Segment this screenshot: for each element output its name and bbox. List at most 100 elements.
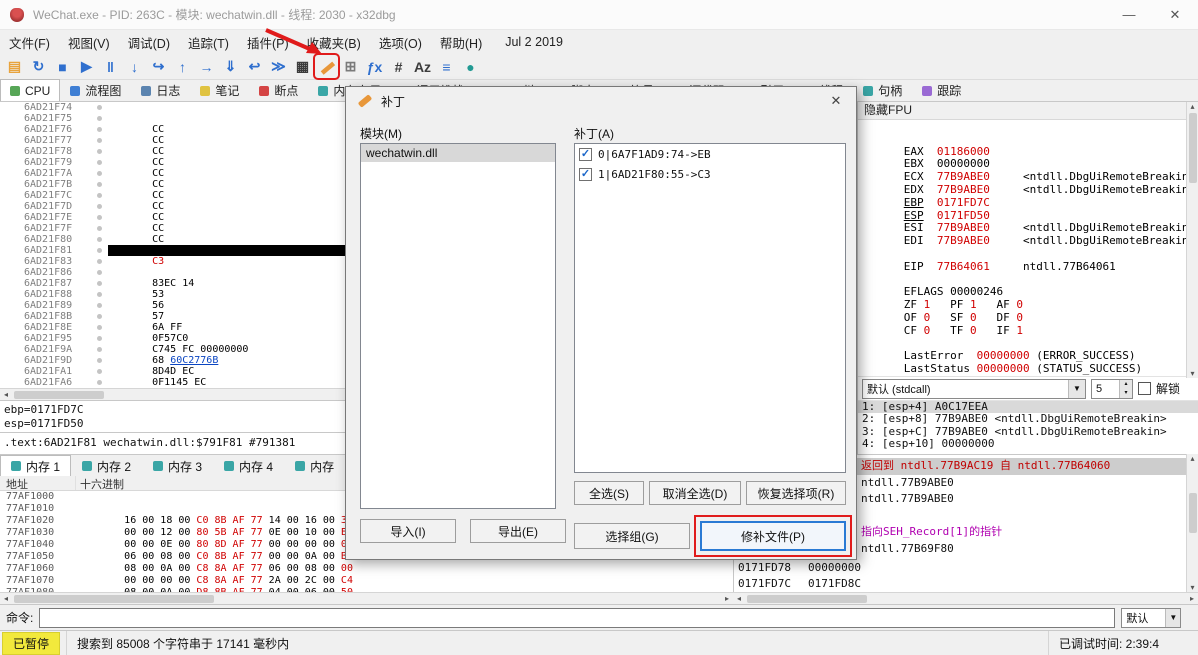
breakpoint-dot[interactable]: [90, 223, 108, 234]
menu-view[interactable]: 视图(V): [59, 30, 119, 55]
breakpoint-dot[interactable]: [90, 355, 108, 366]
tab-trace[interactable]: 跟踪: [912, 79, 971, 101]
spin-up-icon[interactable]: ▴: [1120, 380, 1132, 389]
stepper-arrows[interactable]: ▴ ▾: [1119, 379, 1132, 398]
scroll-left-icon[interactable]: ◂: [0, 594, 12, 603]
dialog-close-icon[interactable]: ✕: [816, 88, 856, 115]
minimize-button[interactable]: —: [1106, 0, 1152, 29]
patch-list-item[interactable]: ✓ 1|6AD21F80:55->C3: [575, 164, 845, 184]
script-icon[interactable]: ≡: [435, 55, 458, 78]
breakpoint-dot[interactable]: [90, 113, 108, 124]
stack-v-thumb[interactable]: [1189, 493, 1197, 533]
breakpoint-dot[interactable]: [90, 212, 108, 223]
restart-icon[interactable]: ↻: [27, 55, 50, 78]
memory-tab-5[interactable]: 内存: [284, 455, 345, 476]
tab-handles[interactable]: 句柄: [853, 79, 912, 101]
breakpoint-dot[interactable]: [90, 146, 108, 157]
registers-v-scrollbar[interactable]: ▴ ▾: [1186, 102, 1198, 378]
scroll-left-icon[interactable]: ◂: [0, 390, 12, 399]
breakpoint-dot[interactable]: [90, 344, 108, 355]
module-list-item[interactable]: wechatwin.dll: [361, 144, 555, 162]
breakpoint-dot[interactable]: [90, 157, 108, 168]
menu-plugins[interactable]: 插件(P): [238, 30, 298, 55]
patch-list-item[interactable]: ✓ 0|6A7F1AD9:74->EB: [575, 144, 845, 164]
tab-cpu[interactable]: CPU: [0, 79, 61, 101]
convention-dropdown[interactable]: 默认 (stdcall) ▼: [862, 378, 1086, 399]
scroll-up-icon[interactable]: ▴: [1190, 454, 1194, 463]
breakpoint-dot[interactable]: [90, 366, 108, 377]
breakpoint-dot[interactable]: [90, 267, 108, 278]
command-input[interactable]: [39, 607, 1116, 628]
comment-icon[interactable]: ⊞: [339, 55, 362, 78]
breakpoint-dot[interactable]: [90, 322, 108, 333]
tab-log[interactable]: 日志: [131, 79, 190, 101]
patch-checkbox[interactable]: ✓: [579, 147, 592, 161]
hide-fpu-button[interactable]: 隐藏FPU: [858, 102, 1198, 120]
breakpoint-dot[interactable]: [90, 256, 108, 267]
arg-count-stepper[interactable]: 5 ▴ ▾: [1091, 378, 1133, 399]
stack-row[interactable]: 0171FD7C 0171FD8C: [738, 577, 861, 591]
memory-map-icon[interactable]: ▦: [291, 55, 314, 78]
breakpoint-dot[interactable]: [90, 179, 108, 190]
menu-options[interactable]: 选项(O): [370, 30, 431, 55]
execute-till-return-icon[interactable]: ⇓: [219, 55, 242, 78]
handles-icon[interactable]: ●: [459, 55, 482, 78]
select-all-button[interactable]: 全选(S): [574, 481, 644, 505]
patch-file-button[interactable]: 修补文件(P): [700, 521, 846, 551]
menu-debug[interactable]: 调试(D): [119, 30, 179, 55]
memory-tab-2[interactable]: 内存 2: [71, 455, 142, 476]
breakpoint-dot[interactable]: [90, 135, 108, 146]
scroll-right-icon[interactable]: ▸: [721, 594, 733, 603]
breakpoint-dot[interactable]: [90, 300, 108, 311]
hash-icon[interactable]: #: [387, 55, 410, 78]
menu-trace[interactable]: 追踪(T): [179, 30, 238, 55]
patch-checkbox[interactable]: ✓: [579, 167, 592, 181]
menu-help[interactable]: 帮助(H): [431, 30, 491, 55]
deselect-all-button[interactable]: 取消全选(D): [649, 481, 741, 505]
scroll-right-icon[interactable]: ▸: [1186, 594, 1198, 603]
dump-h-track[interactable]: [12, 593, 721, 604]
tab-notes[interactable]: 笔记: [190, 79, 249, 101]
stack-row[interactable]: 0171FD78 00000000: [738, 561, 861, 575]
scroll-down-icon[interactable]: ▾: [1190, 583, 1194, 592]
breakpoint-dot[interactable]: [90, 124, 108, 135]
stack-v-scrollbar[interactable]: ▴ ▾: [1186, 454, 1198, 592]
chevron-down-icon[interactable]: ▼: [1068, 379, 1085, 398]
stack-h-thumb[interactable]: [747, 595, 867, 603]
memory-tab-1[interactable]: 内存 1: [0, 455, 72, 476]
breakpoint-dot[interactable]: [90, 234, 108, 245]
chevron-down-icon[interactable]: ▼: [1165, 608, 1181, 627]
command-syntax-dropdown[interactable]: 默认 ▼: [1121, 607, 1182, 628]
tab-graph[interactable]: 流程图: [60, 79, 131, 101]
stop-icon[interactable]: ■: [51, 55, 74, 78]
disasm-h-thumb[interactable]: [14, 391, 104, 399]
argument-line[interactable]: 2: [esp+8] 77B9ABE0 <ntdll.DbgUiRemoteBr…: [858, 412, 1198, 425]
stack-v-track[interactable]: [1187, 463, 1198, 583]
memory-tab-4[interactable]: 内存 4: [213, 455, 284, 476]
spin-down-icon[interactable]: ▾: [1120, 389, 1132, 398]
argument-line[interactable]: 4: [esp+10] 00000000: [858, 437, 1198, 450]
export-button[interactable]: 导出(E): [470, 519, 566, 543]
breakpoint-dot[interactable]: [90, 311, 108, 322]
run-icon[interactable]: ▶: [75, 55, 98, 78]
fx-icon[interactable]: ƒx: [363, 55, 386, 78]
dump-row[interactable]: 77AF1060 08 00 0A 00 D8 8B AF 77 04 00 0…: [0, 563, 733, 592]
breakpoint-dot[interactable]: [90, 245, 108, 256]
unlock-checkbox[interactable]: [1138, 382, 1151, 395]
breakpoint-dot[interactable]: [90, 278, 108, 289]
breakpoint-dot[interactable]: [90, 201, 108, 212]
scroll-up-icon[interactable]: ▴: [1190, 102, 1194, 111]
memory-tab-3[interactable]: 内存 3: [142, 455, 213, 476]
registers-v-thumb[interactable]: [1189, 113, 1197, 183]
step-over-icon[interactable]: ↪: [147, 55, 170, 78]
run-to-user-code-icon[interactable]: ↩: [243, 55, 266, 78]
dump-h-scrollbar[interactable]: ◂ ▸: [0, 592, 733, 604]
strings-icon[interactable]: Az: [411, 55, 434, 78]
run-to-cursor-icon[interactable]: →: [195, 55, 218, 78]
dump-row[interactable]: 77AF1070 08 00 0A 00 A4 D7 AF 77 18 00 1…: [0, 575, 733, 587]
menu-file[interactable]: 文件(F): [0, 30, 59, 55]
breakpoint-dot[interactable]: [90, 190, 108, 201]
breakpoint-dot[interactable]: [90, 289, 108, 300]
scroll-left-icon[interactable]: ◂: [733, 594, 745, 603]
dialog-title-bar[interactable]: 补丁 ✕: [346, 87, 856, 115]
